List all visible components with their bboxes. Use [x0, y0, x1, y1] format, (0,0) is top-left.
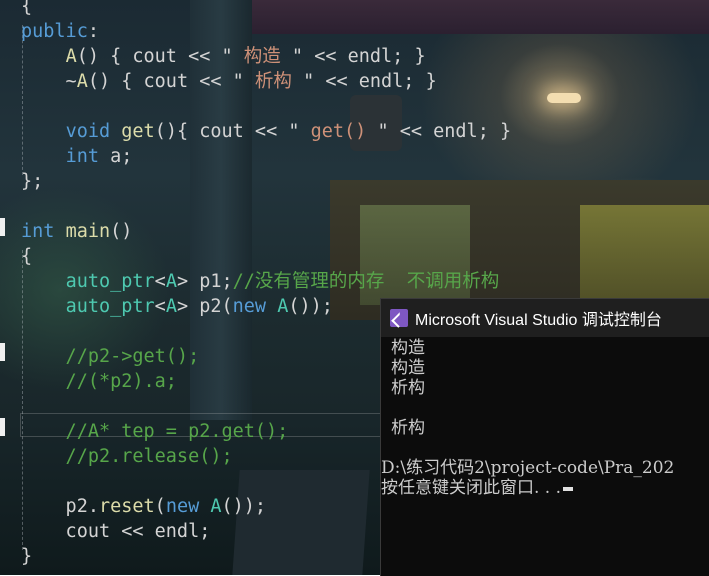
code-line[interactable]: auto_ptr<A> p2(new A()); — [21, 294, 333, 319]
code-token: //p2->get(); — [21, 346, 200, 367]
console-line: 构造 — [391, 338, 425, 358]
code-line[interactable]: A() { cout << " 构造 " << endl; } — [21, 44, 426, 69]
code-token: //p2.release(); — [21, 446, 233, 467]
code-token: A — [277, 296, 289, 317]
code-token: int — [21, 221, 55, 242]
code-token: A — [76, 71, 88, 92]
code-line[interactable]: ~A() { cout << " 析构 " << endl; } — [21, 69, 437, 94]
code-token: cout << endl; — [21, 521, 211, 542]
code-token: auto_ptr — [65, 271, 155, 292]
code-token: 构造 — [232, 46, 292, 67]
code-token: > p1; — [176, 271, 233, 292]
console-line: 析构 — [391, 418, 425, 438]
code-line[interactable]: { — [21, 244, 32, 269]
code-token: ~ — [21, 71, 77, 92]
code-line[interactable]: }; — [21, 169, 43, 194]
code-token: A — [165, 296, 177, 317]
console-title: Microsoft Visual Studio 调试控制台 — [415, 312, 662, 329]
code-token: int — [65, 146, 99, 167]
code-token: " << endl; } — [377, 121, 512, 142]
code-token: A — [210, 496, 222, 517]
code-token: void — [65, 121, 111, 142]
code-token: < — [154, 296, 166, 317]
code-line[interactable]: auto_ptr<A> p1;//没有管理的内存 不调用析构 — [21, 269, 500, 294]
code-line[interactable]: //p2.release(); — [21, 444, 233, 469]
code-line[interactable]: } — [21, 544, 32, 569]
code-line[interactable]: p2.reset(new A()); — [21, 494, 267, 519]
code-token: < — [154, 271, 166, 292]
code-token: { — [21, 246, 33, 267]
code-line[interactable]: public: — [21, 19, 99, 44]
code-line[interactable]: int main() — [21, 219, 132, 244]
code-token: } — [21, 546, 33, 567]
code-token: a; — [98, 146, 133, 167]
code-token: ()); — [221, 496, 267, 517]
code-token: 析构 — [243, 71, 304, 92]
code-token: ( — [154, 496, 166, 517]
code-token: reset — [98, 496, 155, 517]
debug-console-window[interactable]: Microsoft Visual Studio 调试控制台 构造 构造 析构 析构 D:… — [380, 298, 709, 576]
code-token: }; — [21, 171, 44, 192]
code-token: " << endl; } — [303, 71, 437, 92]
code-token: A — [165, 271, 177, 292]
code-token: new — [165, 496, 200, 517]
code-token: get() — [299, 121, 378, 142]
code-token: auto_ptr — [65, 296, 155, 317]
console-line: D:\练习代码2\project-code\Pra_202 — [381, 458, 675, 478]
code-token: public — [21, 21, 88, 42]
breakpoint-margin-marker[interactable] — [0, 218, 5, 236]
console-line: 析构 — [391, 378, 425, 398]
code-line[interactable]: //p2->get(); — [21, 344, 200, 369]
code-line[interactable]: void get(){ cout << " get() " << endl; } — [21, 119, 512, 144]
code-token: //没有管理的内存 不调用析构 — [232, 271, 500, 292]
code-token: A — [65, 46, 77, 67]
code-token: () { cout << " — [76, 46, 233, 67]
breakpoint-margin-marker[interactable] — [0, 343, 5, 361]
code-line[interactable]: int a; — [21, 144, 133, 169]
console-line: 构造 — [391, 358, 425, 378]
code-token: > p2( — [176, 296, 233, 317]
code-token: main — [65, 221, 111, 242]
console-line: 按任意键关闭此窗口. . . — [381, 478, 574, 498]
code-line[interactable]: { — [21, 0, 32, 19]
code-token: //A* tep = p2.get(); — [21, 421, 289, 442]
code-line[interactable]: //(*p2).a; — [21, 369, 177, 394]
code-token: " << endl; } — [291, 46, 426, 67]
code-token: () — [110, 221, 133, 242]
code-token: { — [21, 0, 33, 17]
code-token: get — [121, 121, 155, 142]
code-token: p2. — [21, 496, 99, 517]
code-token: () { cout << " — [87, 71, 244, 92]
code-token: new — [232, 296, 267, 317]
code-token: : — [87, 21, 99, 42]
breakpoint-margin-marker[interactable] — [0, 418, 5, 436]
code-line[interactable]: cout << endl; — [21, 519, 211, 544]
code-token: ()); — [288, 296, 333, 317]
console-titlebar[interactable]: Microsoft Visual Studio 调试控制台 — [381, 299, 709, 337]
console-output[interactable]: 构造 构造 析构 析构 D:\练习代码2\project-code\Pra_202 按任意… — [381, 337, 709, 576]
code-token: //(*p2).a; — [21, 371, 177, 392]
console-cursor — [563, 486, 574, 491]
visual-studio-icon — [390, 309, 408, 327]
code-line[interactable]: //A* tep = p2.get(); — [21, 419, 289, 444]
code-token: (){ cout << " — [154, 121, 300, 142]
